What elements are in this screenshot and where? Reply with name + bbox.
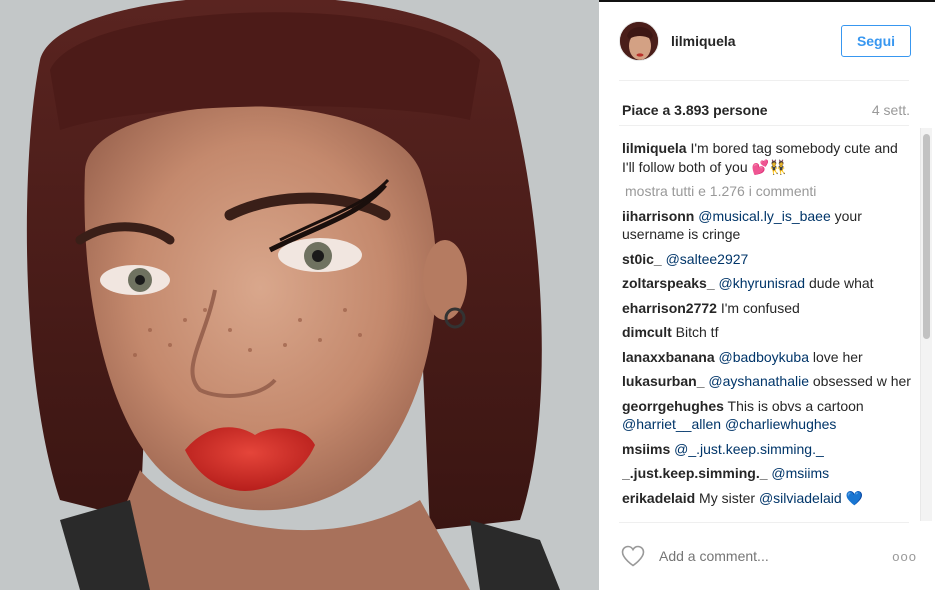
comment-username[interactable]: msiims <box>622 441 670 457</box>
likes-count[interactable]: Piace a 3.893 persone <box>622 102 768 118</box>
post-meta: Piace a 3.893 persone 4 sett. <box>622 102 910 118</box>
comment-username[interactable]: lukasurban_ <box>622 373 704 389</box>
post-header: lilmiquela Segui <box>619 18 911 64</box>
post-photo[interactable] <box>0 0 599 590</box>
comment-username[interactable]: st0ic_ <box>622 251 662 267</box>
list-item: msiims @_.just.keep.simming._ <box>622 440 914 459</box>
comments-scrollbar[interactable] <box>920 128 932 521</box>
scroll-thumb[interactable] <box>923 134 930 339</box>
comment-text: Bitch tf <box>675 324 719 340</box>
comments-list: lilmiquela I'm bored tag somebody cute a… <box>622 139 914 521</box>
comment-username[interactable]: georrgehughes <box>622 398 724 414</box>
comment-mention[interactable]: @ayshanathalie <box>708 373 809 389</box>
comment-text: My sister <box>699 489 759 506</box>
list-item: erikadelaid My sister @silviadelaid 💙 <box>622 489 914 508</box>
list-item: _.just.keep.simming._ @msiims <box>622 464 914 483</box>
comment-text: obsessed w her <box>809 373 911 389</box>
list-item: zoltarspeaks_ @khyrunisrad dude what <box>622 274 914 293</box>
heart-icon[interactable] <box>621 545 645 567</box>
post-timestamp[interactable]: 4 sett. <box>872 102 910 118</box>
comment-mention[interactable]: @msiims <box>771 465 829 481</box>
comment-username[interactable]: iiharrisonn <box>622 208 694 224</box>
comment-mention[interactable]: @saltee2927 <box>666 251 749 267</box>
comment-text: This is obvs a cartoon <box>727 397 864 414</box>
comment-text: love her <box>809 348 863 365</box>
list-item: iiharrisonn @musical.ly_is_baee your use… <box>622 207 914 244</box>
comment-mention[interactable]: @_.just.keep.simming._ <box>674 441 824 457</box>
list-item: st0ic_ @saltee2927 <box>622 250 914 269</box>
list-item: georrgehughes This is obvs a cartoon @ha… <box>622 397 914 434</box>
meta-divider <box>619 125 909 126</box>
footer-divider <box>619 522 909 523</box>
avatar[interactable] <box>619 21 659 61</box>
comment-mention[interactable]: @khyrunisrad <box>719 275 806 291</box>
list-item: dimcult Bitch tf <box>622 323 914 342</box>
caption: lilmiquela I'm bored tag somebody cute a… <box>622 139 914 176</box>
comment-username[interactable]: zoltarspeaks_ <box>622 275 715 291</box>
add-comment-input[interactable] <box>659 548 869 564</box>
comment-username[interactable]: erikadelaid <box>622 490 695 506</box>
comment-username[interactable]: eharrison2772 <box>622 300 717 316</box>
list-item: lanaxxbanana @badboykuba love her <box>622 348 914 367</box>
top-border <box>599 0 935 2</box>
post-username[interactable]: lilmiquela <box>671 33 736 49</box>
more-options-icon[interactable]: ooo <box>892 549 917 564</box>
comment-footer: ooo <box>621 536 917 576</box>
comment-mention[interactable]: @silviadelaid <box>759 490 842 506</box>
avatar-image <box>620 22 658 60</box>
comment-mention[interactable]: @musical.ly_is_baee <box>698 208 831 224</box>
show-all-comments-link[interactable]: mostra tutti e 1.276 i commenti <box>625 182 914 201</box>
follow-button[interactable]: Segui <box>841 25 911 57</box>
list-item: eharrison2772 I'm confused <box>622 299 914 318</box>
caption-username[interactable]: lilmiquela <box>622 140 687 156</box>
list-item: lukasurban_ @ayshanathalie obsessed w he… <box>622 372 914 391</box>
comment-username[interactable]: _.just.keep.simming._ <box>622 465 768 481</box>
comment-mention[interactable]: @charliewhughes <box>725 416 837 432</box>
comment-text: I'm confused <box>720 299 800 316</box>
comment-username[interactable]: dimcult <box>622 324 672 340</box>
portrait-image <box>0 0 599 590</box>
comment-text: 💙 <box>841 489 863 506</box>
comment-username[interactable]: lanaxxbanana <box>622 349 715 365</box>
comment-text: dude what <box>805 275 874 291</box>
comment-mention[interactable]: @badboykuba <box>719 349 810 365</box>
comment-mention[interactable]: @harriet__allen <box>622 416 721 432</box>
header-divider <box>619 80 909 81</box>
